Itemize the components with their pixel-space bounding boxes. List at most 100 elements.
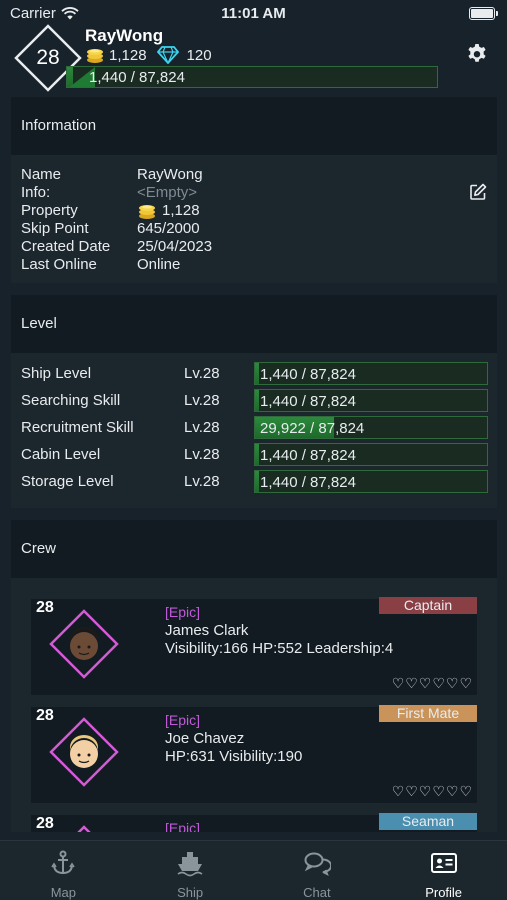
level-progress-text: 1,440 / 87,824 (260, 474, 356, 491)
id-card-icon (430, 853, 457, 873)
information-card: Information Name RayWong Info: <Empty> P… (11, 97, 497, 283)
level-progress-text: 1,440 / 87,824 (260, 393, 356, 410)
anchor-icon (51, 850, 76, 875)
level-card: Level Ship Level Lv.28 1,440 / 87,824 Se… (11, 295, 497, 508)
diamond-gem-icon (156, 46, 179, 64)
info-key: Property (21, 202, 78, 219)
clock: 11:01 AM (221, 5, 286, 22)
level-progress-bar: 1,440 / 87,824 (254, 443, 488, 466)
tab-label: Map (50, 885, 77, 900)
level-row-recruitment: Recruitment Skill Lv.28 29,922 / 87,824 (21, 414, 488, 441)
level-row-ship: Ship Level Lv.28 1,440 / 87,824 (21, 360, 488, 387)
tab-chat[interactable]: Chat (254, 841, 381, 900)
crew-rarity: [Epic] (165, 604, 201, 620)
info-key: Last Online (21, 256, 97, 273)
crew-member-card[interactable]: 28 Captain [Epic] James Clark Visibility… (31, 597, 477, 695)
info-value: <Empty> (137, 184, 198, 201)
crew-member-card[interactable]: 28 Seaman [Epic] (31, 813, 477, 832)
crew-name: James Clark (165, 622, 249, 639)
info-value: Online (137, 256, 181, 273)
info-row-created-date: Created Date 25/04/2023 (21, 238, 212, 256)
info-row-info: Info: <Empty> (21, 184, 212, 202)
level-title: Level (11, 295, 497, 353)
crew-name: Joe Chavez (165, 730, 245, 747)
tab-map[interactable]: Map (0, 841, 127, 900)
info-value-property: 1,128 (137, 202, 200, 220)
profile-header: 28 RayWong 1,128 120 1,440 / 87,824 (0, 22, 507, 96)
info-row-name: Name RayWong (21, 166, 212, 184)
tab-ship[interactable]: Ship (127, 841, 254, 900)
level-progress-bar: 1,440 / 87,824 (254, 389, 488, 412)
tab-bar: Map Ship Chat Profile (0, 840, 507, 900)
level-value: Lv.28 (184, 365, 220, 382)
experience-text: 1,440 / 87,824 (89, 69, 185, 86)
level-name: Cabin Level (21, 446, 101, 463)
tab-label: Ship (177, 885, 204, 900)
property-amount: 1,128 (162, 202, 200, 219)
level-progress-fill (255, 471, 259, 492)
info-row-last-online: Last Online Online (21, 256, 212, 274)
level-value: Lv.28 (184, 446, 220, 463)
level-name: Ship Level (21, 365, 92, 382)
battery-icon (469, 7, 498, 20)
coin-stack-icon (87, 49, 103, 63)
level-row-cabin: Cabin Level Lv.28 1,440 / 87,824 (21, 441, 488, 468)
settings-gear-icon[interactable] (465, 42, 489, 66)
crew-member-card[interactable]: 28 First Mate [Epic] Joe Chavez HP:631 V… (31, 705, 477, 803)
coin-amount: 1,128 (109, 46, 147, 64)
level-name: Searching Skill (21, 392, 121, 409)
info-key: Name (21, 166, 62, 183)
crew-hearts: ♡♡♡♡♡♡ (391, 783, 473, 799)
level-value: Lv.28 (184, 392, 220, 409)
level-row-storage: Storage Level Lv.28 1,440 / 87,824 (21, 468, 488, 495)
level-list: Ship Level Lv.28 1,440 / 87,824 Searchin… (21, 360, 488, 495)
crew-avatar-icon (49, 717, 119, 787)
info-value: 25/04/2023 (137, 238, 213, 255)
crew-rarity: [Epic] (165, 820, 201, 832)
level-progress-bar: 1,440 / 87,824 (254, 470, 488, 493)
info-value: 645/2000 (137, 220, 200, 237)
level-progress-text: 1,440 / 87,824 (260, 366, 356, 383)
level-progress-fill (255, 390, 259, 411)
crew-stats: Visibility:166 HP:552 Leadership:4 (165, 640, 394, 657)
chat-bubbles-icon (304, 852, 331, 877)
info-row-property: Property 1,128 (21, 202, 212, 220)
level-progress-fill (255, 444, 259, 465)
level-name: Storage Level (21, 473, 114, 490)
crew-stats: HP:631 Visibility:190 (165, 748, 303, 765)
crew-rank-badge: Seaman (379, 813, 477, 830)
level-progress-bar: 29,922 / 87,824 (254, 416, 488, 439)
crew-rank-badge: First Mate (379, 705, 477, 722)
level-value: Lv.28 (184, 473, 220, 490)
info-key: Skip Point (21, 220, 89, 237)
information-list: Name RayWong Info: <Empty> Property 1,12… (21, 166, 212, 274)
crew-avatar-icon (77, 825, 91, 832)
crew-title: Crew (11, 520, 497, 578)
coin-stack-icon (139, 205, 155, 219)
level-progress-fill (255, 363, 259, 384)
level-progress-bar: 1,440 / 87,824 (254, 362, 488, 385)
crew-rarity: [Epic] (165, 712, 201, 728)
tab-profile[interactable]: Profile (380, 841, 507, 900)
edit-pencil-icon[interactable] (469, 183, 487, 201)
level-name: Recruitment Skill (21, 419, 134, 436)
info-key: Created Date (21, 238, 111, 255)
username: RayWong (85, 26, 164, 45)
info-row-skip-point: Skip Point 645/2000 (21, 220, 212, 238)
experience-bar: 1,440 / 87,824 (66, 66, 438, 88)
crew-card: Crew 28 Captain [Epic] James Clark Visib… (11, 520, 497, 832)
information-title: Information (11, 97, 497, 155)
currency-row: 1,128 120 (85, 46, 212, 64)
crew-rank-badge: Captain (379, 597, 477, 614)
gem-amount: 120 (186, 46, 212, 64)
level-progress-text: 29,922 / 87,824 (260, 420, 365, 437)
info-key: Info: (21, 184, 51, 201)
tab-label: Profile (425, 885, 463, 900)
crew-avatar-icon (49, 609, 119, 679)
ship-icon (177, 852, 203, 877)
level-progress-text: 1,440 / 87,824 (260, 447, 356, 464)
level-value: Lv.28 (184, 419, 220, 436)
level-row-searching: Searching Skill Lv.28 1,440 / 87,824 (21, 387, 488, 414)
tab-label: Chat (303, 885, 331, 900)
info-value: RayWong (137, 166, 203, 183)
